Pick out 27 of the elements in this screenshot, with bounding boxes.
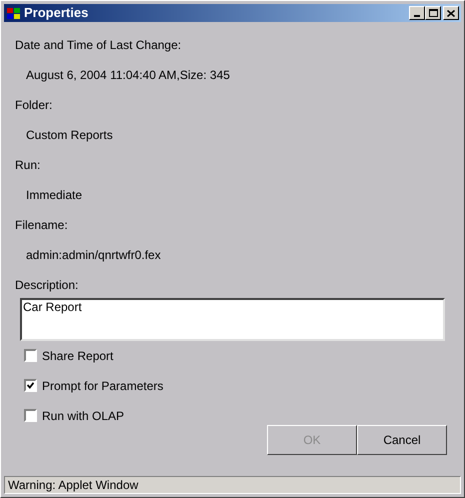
checkbox[interactable]	[24, 349, 37, 362]
close-icon	[447, 10, 455, 16]
checkbox-label[interactable]: Prompt for Parameters	[42, 376, 164, 394]
minimize-button[interactable]	[409, 6, 425, 20]
maximize-icon	[428, 9, 438, 17]
minimize-icon	[414, 15, 420, 17]
field-label: Date and Time of Last Change:	[15, 37, 182, 52]
checkbox-label[interactable]: Run with OLAP	[42, 406, 124, 424]
field-label: Folder:	[15, 97, 54, 112]
field-value: admin:admin/qnrtwfr0.fex	[26, 247, 161, 262]
checkbox-label[interactable]: Share Report	[42, 346, 114, 364]
description-field[interactable]: Car Report	[20, 298, 445, 341]
app-icon	[6, 6, 22, 20]
field-label: Filename:	[15, 217, 69, 232]
check-icon	[27, 382, 34, 389]
field-label: Description:	[15, 277, 80, 292]
status-bar: Warning: Applet Window	[4, 476, 461, 494]
field-value: August 6, 2004 11:04:40 AM,Size: 345	[26, 67, 230, 82]
field-label: Run:	[15, 157, 42, 172]
close-button[interactable]	[443, 6, 459, 20]
maximize-button[interactable]	[425, 6, 441, 20]
window-title: Properties	[24, 4, 88, 22]
field-value: Immediate	[26, 187, 82, 202]
checkbox[interactable]	[24, 379, 37, 392]
field-value: Custom Reports	[26, 127, 113, 142]
cancel-button[interactable]: Cancel	[357, 425, 447, 455]
checkbox[interactable]	[24, 409, 37, 422]
